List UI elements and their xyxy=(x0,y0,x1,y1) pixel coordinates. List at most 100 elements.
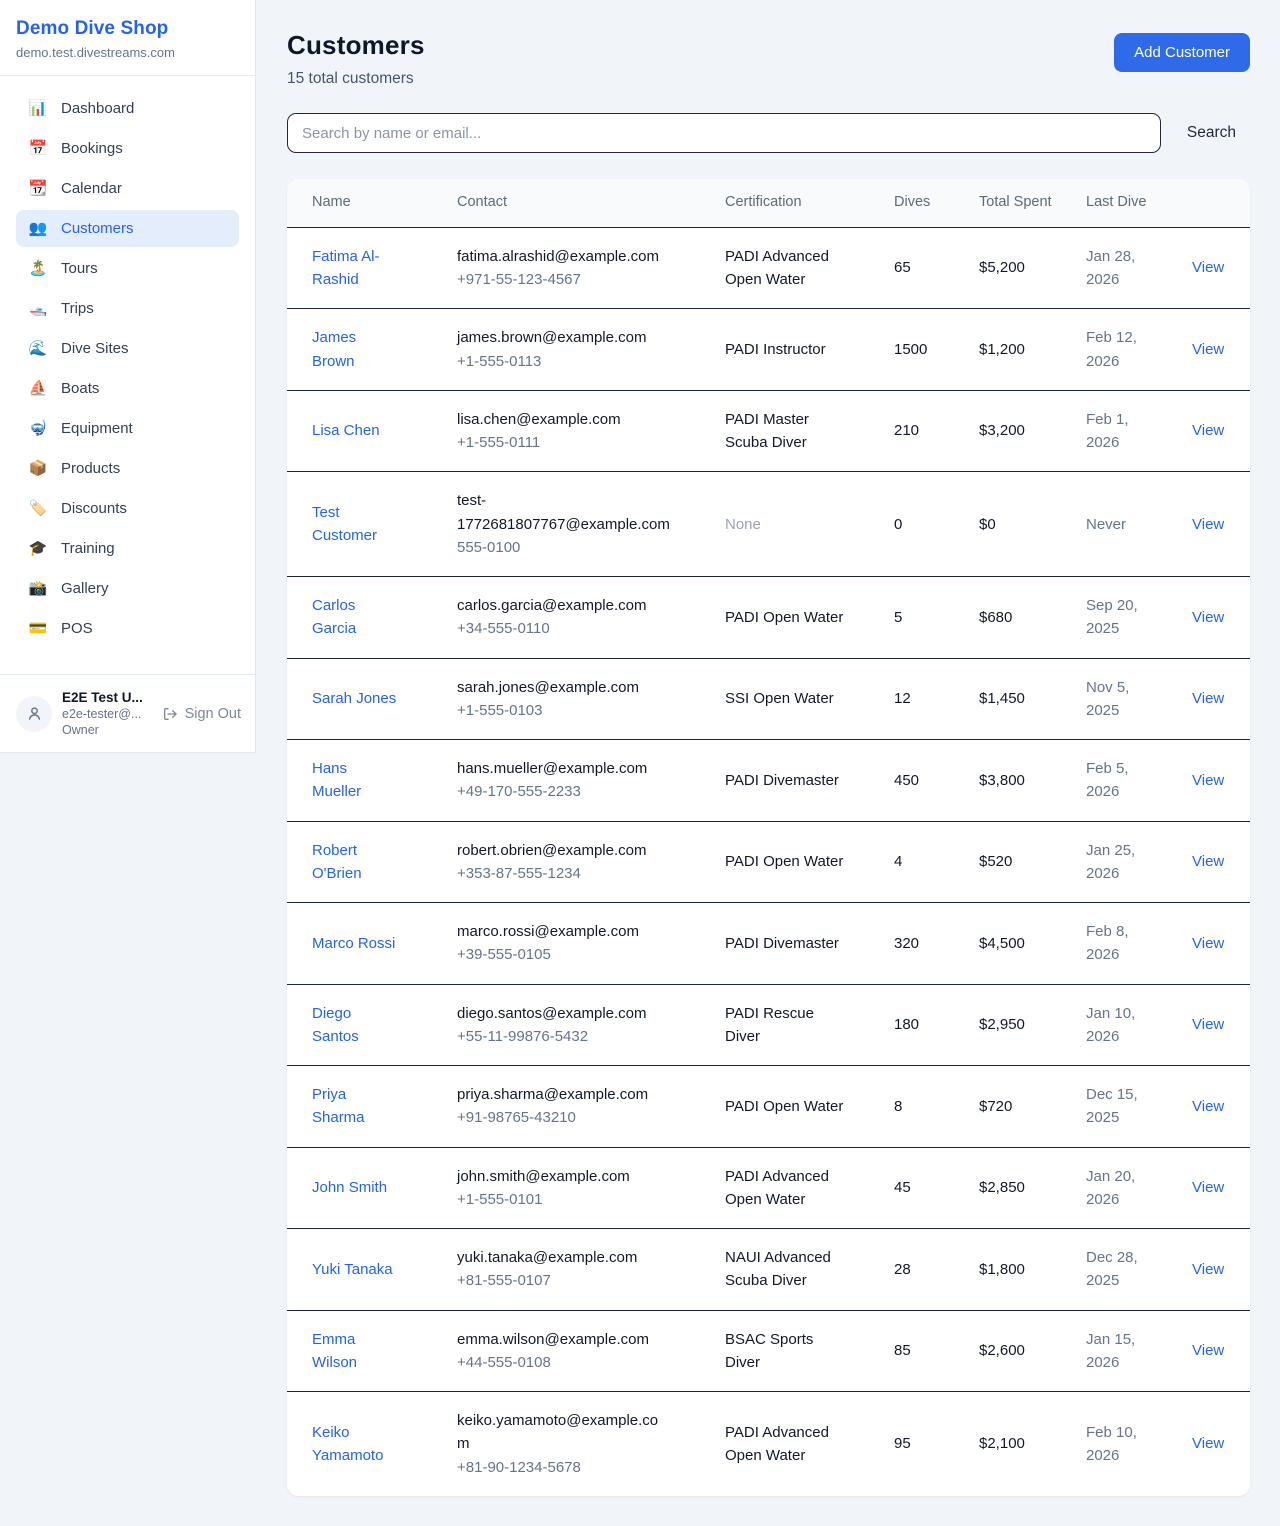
customer-phone: +55-11-99876-5432 xyxy=(457,1025,670,1048)
last-dive-cell: Nov 5, 2025 xyxy=(1086,676,1192,723)
certification-cell: PADI Advanced Open Water xyxy=(725,1421,894,1468)
certification-cell: PADI Open Water xyxy=(725,850,894,873)
sidebar-item-calendar[interactable]: 📆 Calendar xyxy=(16,170,239,207)
view-link[interactable]: View xyxy=(1192,690,1224,707)
sidebar-item-customers[interactable]: 👥 Customers xyxy=(16,210,239,247)
customer-name-link[interactable]: Yuki Tanaka xyxy=(312,1261,393,1278)
view-cell: View xyxy=(1192,513,1226,536)
customer-name-link[interactable]: Carlos Garcia xyxy=(312,597,356,637)
customer-phone: 555-0100 xyxy=(457,536,670,559)
sidebar-item-label: Dashboard xyxy=(61,100,134,117)
view-link[interactable]: View xyxy=(1192,935,1224,952)
customer-name-link[interactable]: Test Customer xyxy=(312,504,377,544)
customer-name-link[interactable]: Keiko Yamamoto xyxy=(312,1424,383,1464)
table-row: Fatima Al-Rashid fatima.alrashid@example… xyxy=(287,228,1250,309)
customer-name-link[interactable]: Priya Sharma xyxy=(312,1086,365,1126)
sidebar-item-discounts[interactable]: 🏷️ Discounts xyxy=(16,490,239,527)
sidebar-item-boats[interactable]: ⛵ Boats xyxy=(16,370,239,407)
view-cell: View xyxy=(1192,769,1226,792)
name-cell: Sarah Jones xyxy=(312,687,457,710)
sidebar-item-dive-sites[interactable]: 🌊 Dive Sites xyxy=(16,330,239,367)
name-cell: Test Customer xyxy=(312,501,457,548)
last-dive-cell: Dec 15, 2025 xyxy=(1086,1083,1192,1130)
view-link[interactable]: View xyxy=(1192,1435,1224,1452)
sidebar-item-trips[interactable]: 🛥️ Trips xyxy=(16,290,239,327)
customer-name-link[interactable]: Hans Mueller xyxy=(312,760,361,800)
customer-phone: +1-555-0101 xyxy=(457,1188,670,1211)
contact-cell: john.smith@example.com +1-555-0101 xyxy=(457,1165,725,1212)
sidebar-item-pos[interactable]: 💳 POS xyxy=(16,610,239,647)
last-dive-cell: Feb 10, 2026 xyxy=(1086,1421,1192,1468)
name-cell: James Brown xyxy=(312,326,457,373)
view-cell: View xyxy=(1192,1432,1226,1455)
customer-email: marco.rossi@example.com xyxy=(457,920,670,943)
island-icon: 🏝️ xyxy=(28,261,48,276)
shop-name[interactable]: Demo Dive Shop xyxy=(16,18,239,40)
view-link[interactable]: View xyxy=(1192,853,1224,870)
customer-name-link[interactable]: Lisa Chen xyxy=(312,422,380,439)
table-row: Sarah Jones sarah.jones@example.com +1-5… xyxy=(287,658,1250,740)
customer-email: test-1772681807767@example.com xyxy=(457,489,670,536)
view-link[interactable]: View xyxy=(1192,1342,1224,1359)
view-link[interactable]: View xyxy=(1192,516,1224,533)
last-dive-cell: Feb 5, 2026 xyxy=(1086,757,1192,804)
customer-name-link[interactable]: Diego Santos xyxy=(312,1005,359,1045)
sidebar-item-tours[interactable]: 🏝️ Tours xyxy=(16,250,239,287)
customer-name-link[interactable]: Sarah Jones xyxy=(312,690,396,707)
sailboat-icon: ⛵ xyxy=(28,381,48,396)
customer-phone: +81-90-1234-5678 xyxy=(457,1456,670,1479)
view-link[interactable]: View xyxy=(1192,422,1224,439)
sidebar-item-label: Discounts xyxy=(61,500,127,517)
sidebar-item-bookings[interactable]: 📅 Bookings xyxy=(16,130,239,167)
graduation-cap-icon: 🎓 xyxy=(28,541,48,556)
total-spent-cell: $1,450 xyxy=(979,687,1086,710)
certification-cell: PADI Advanced Open Water xyxy=(725,245,894,292)
sidebar-item-dashboard[interactable]: 📊 Dashboard xyxy=(16,90,239,127)
customer-name-link[interactable]: James Brown xyxy=(312,329,356,369)
person-icon xyxy=(25,704,44,723)
view-link[interactable]: View xyxy=(1192,772,1224,789)
add-customer-button[interactable]: Add Customer xyxy=(1114,33,1250,72)
customer-name-link[interactable]: John Smith xyxy=(312,1179,387,1196)
view-link[interactable]: View xyxy=(1192,609,1224,626)
name-cell: Priya Sharma xyxy=(312,1083,457,1130)
sidebar-item-label: Equipment xyxy=(61,420,133,437)
customer-name-link[interactable]: Fatima Al-Rashid xyxy=(312,248,380,288)
sidebar-item-equipment[interactable]: 🤿 Equipment xyxy=(16,410,239,447)
last-dive-cell: Never xyxy=(1086,513,1192,536)
column-header: Last Dive xyxy=(1086,192,1192,214)
dives-cell: 180 xyxy=(894,1013,979,1036)
certification-cell: PADI Master Scuba Diver xyxy=(725,408,894,455)
sidebar-item-label: Products xyxy=(61,460,120,477)
customer-name-link[interactable]: Marco Rossi xyxy=(312,935,395,952)
customer-phone: +971-55-123-4567 xyxy=(457,268,670,291)
view-link[interactable]: View xyxy=(1192,1261,1224,1278)
customer-name-link[interactable]: Emma Wilson xyxy=(312,1331,357,1371)
sidebar-item-label: Customers xyxy=(61,220,134,237)
sidebar-item-products[interactable]: 📦 Products xyxy=(16,450,239,487)
name-cell: Marco Rossi xyxy=(312,932,457,955)
column-header xyxy=(1192,192,1226,214)
view-link[interactable]: View xyxy=(1192,259,1224,276)
view-link[interactable]: View xyxy=(1192,1098,1224,1115)
sidebar-item-gallery[interactable]: 📸 Gallery xyxy=(16,570,239,607)
sign-out-button[interactable]: Sign Out xyxy=(162,706,241,722)
certification-cell: BSAC Sports Diver xyxy=(725,1328,894,1375)
total-spent-cell: $5,200 xyxy=(979,256,1086,279)
view-link[interactable]: View xyxy=(1192,1016,1224,1033)
credit-card-icon: 💳 xyxy=(28,621,48,636)
avatar xyxy=(16,696,52,732)
sidebar: Demo Dive Shop demo.test.divestreams.com… xyxy=(0,0,256,753)
certification-cell: PADI Rescue Diver xyxy=(725,1002,894,1049)
customer-name-link[interactable]: Robert O'Brien xyxy=(312,842,362,882)
certification-cell: PADI Instructor xyxy=(725,338,894,361)
search-button[interactable]: Search xyxy=(1161,116,1250,150)
search-input[interactable] xyxy=(287,113,1161,153)
dives-cell: 0 xyxy=(894,513,979,536)
contact-cell: lisa.chen@example.com +1-555-0111 xyxy=(457,408,725,455)
view-link[interactable]: View xyxy=(1192,341,1224,358)
sidebar-item-training[interactable]: 🎓 Training xyxy=(16,530,239,567)
table-row: Hans Mueller hans.mueller@example.com +4… xyxy=(287,739,1250,821)
view-link[interactable]: View xyxy=(1192,1179,1224,1196)
app-root: Demo Dive Shop demo.test.divestreams.com… xyxy=(0,0,1280,1526)
